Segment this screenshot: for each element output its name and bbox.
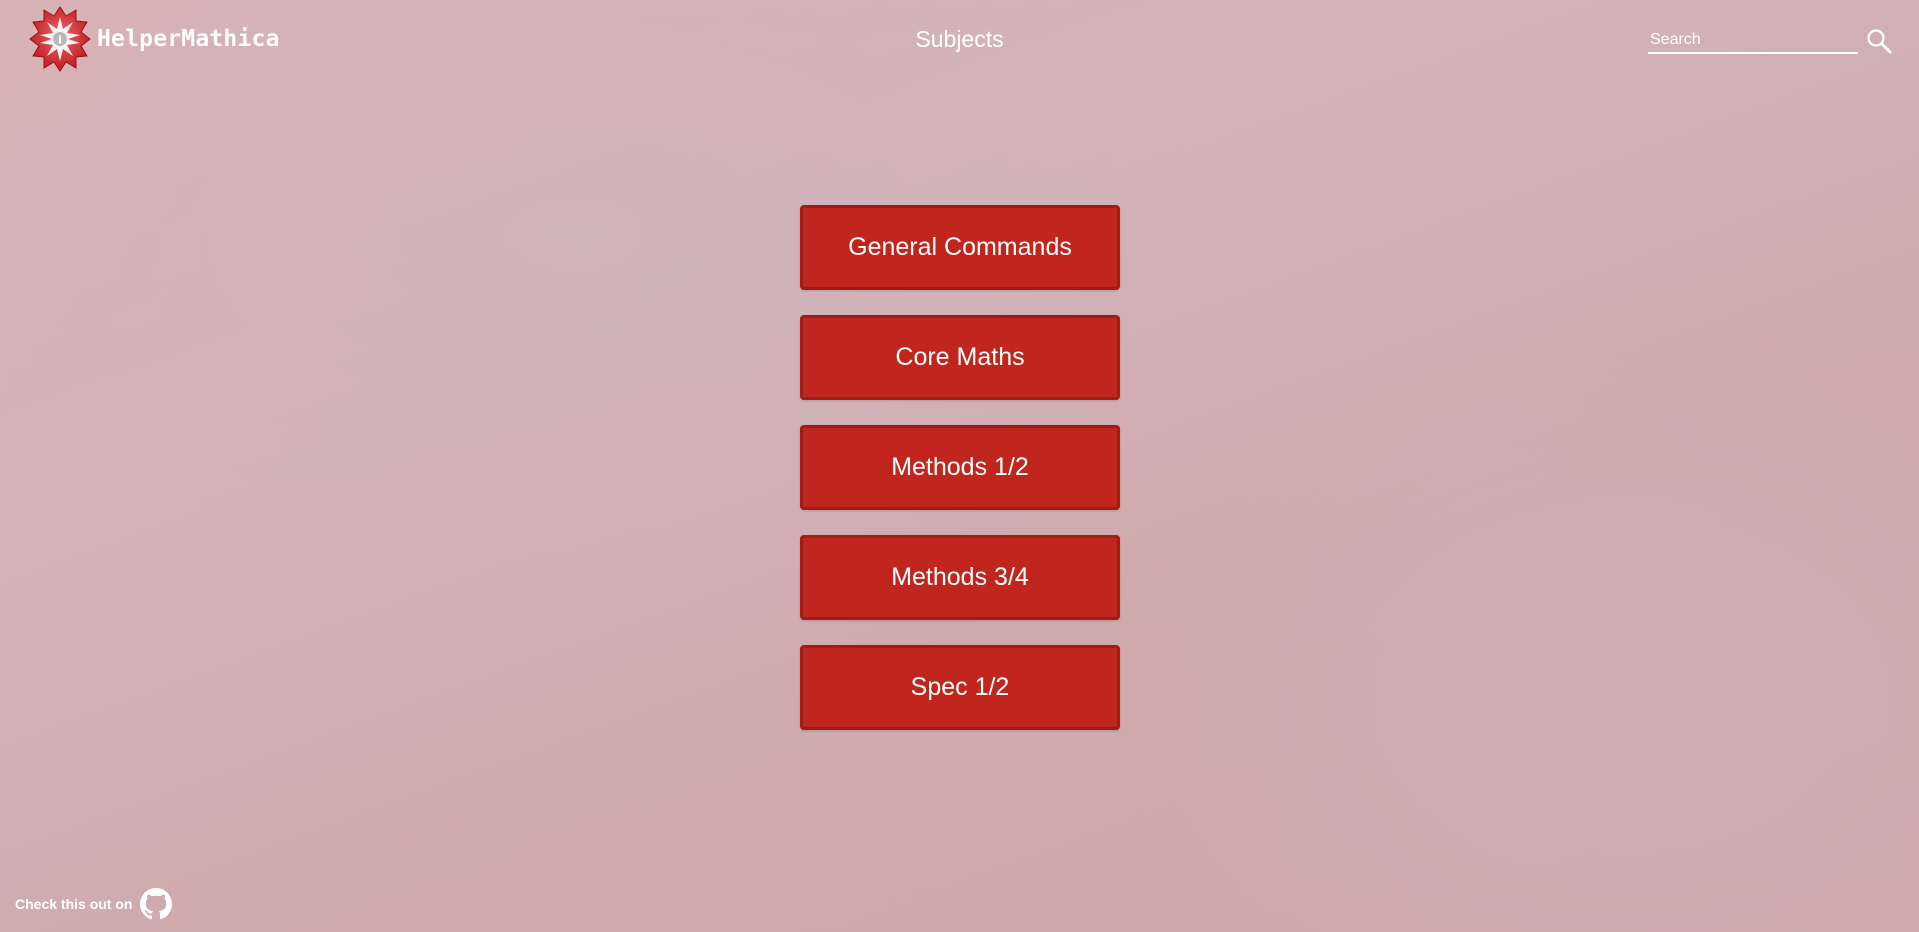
methods-3-4-button[interactable]: Methods 3/4	[800, 535, 1120, 620]
spec-1-2-button[interactable]: Spec 1/2	[800, 645, 1120, 730]
search-icon	[1867, 29, 1892, 54]
subjects-menu: General Commands Core Maths Methods 1/2 …	[800, 205, 1120, 755]
github-icon	[140, 888, 173, 920]
core-maths-button[interactable]: Core Maths	[800, 315, 1120, 400]
page-title: Subjects	[915, 26, 1004, 52]
footer: Check this out on	[15, 888, 173, 920]
search-bar	[1648, 26, 1894, 56]
github-link[interactable]	[140, 888, 173, 920]
search-button[interactable]	[1864, 26, 1894, 56]
search-input[interactable]	[1648, 28, 1858, 54]
methods-1-2-button[interactable]: Methods 1/2	[800, 425, 1120, 510]
general-commands-button[interactable]: General Commands	[800, 205, 1120, 290]
top-bar: i HelperMathica Subjects	[0, 0, 1919, 80]
footer-text: Check this out on	[15, 896, 133, 912]
